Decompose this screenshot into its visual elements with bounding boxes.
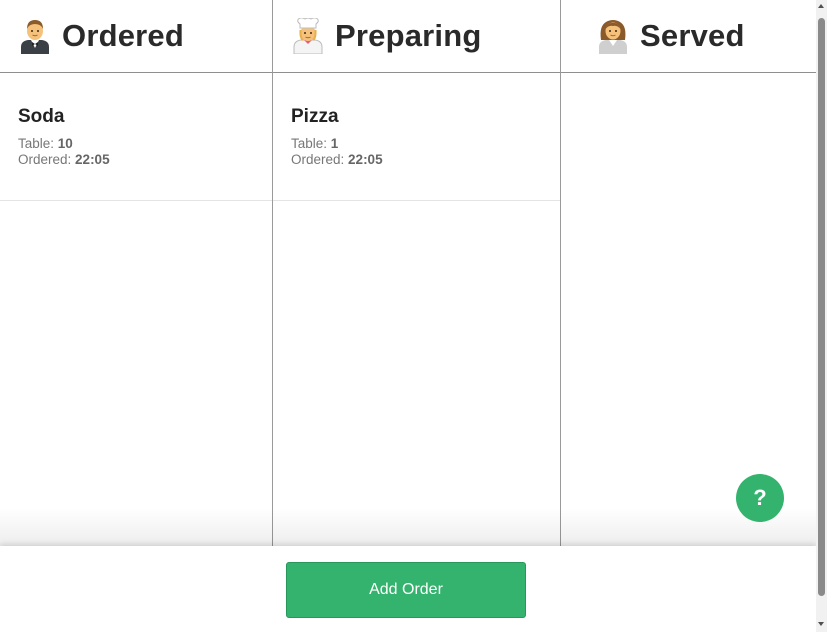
column-title-ordered: Ordered [62,18,184,53]
ordered-time: 22:05 [75,152,110,167]
order-table-line: Table: 10 [18,136,254,152]
ordered-time: 22:05 [348,152,383,167]
add-order-button[interactable]: Add Order [286,562,526,618]
help-button[interactable]: ? [736,474,784,522]
column-header-served: Served [561,0,816,73]
table-label: Table: [291,136,328,151]
ordered-label: Ordered: [18,152,72,167]
order-card[interactable]: Soda Table: 10 Ordered: 22:05 [0,73,272,201]
waiter-emoji-icon [21,20,49,54]
column-ordered: Ordered Soda Table: 10 Ordered: 22:05 [0,0,273,546]
cook-emoji-icon [293,18,323,54]
order-board: Ordered Soda Table: 10 Ordered: 22:05 Pr… [0,0,816,546]
table-label: Table: [18,136,55,151]
footer-bar: Add Order [0,546,816,632]
table-number: 1 [330,136,339,151]
column-preparing: Preparing Pizza Table: 1 Ordered: 22:05 [273,0,561,546]
column-title-served: Served [640,18,745,53]
scroll-up-arrow-icon[interactable] [818,4,824,8]
order-item-name: Pizza [291,106,339,127]
column-header-ordered: Ordered [0,0,272,73]
column-title-preparing: Preparing [335,18,482,53]
scroll-down-arrow-icon[interactable] [818,622,824,626]
order-item-name: Soda [18,106,65,127]
column-header-preparing: Preparing [273,0,560,73]
order-table-line: Table: 1 [291,136,542,152]
table-number: 10 [57,136,73,151]
customer-emoji-icon [599,20,627,54]
ordered-label: Ordered: [291,152,345,167]
column-served: Served [561,0,816,546]
order-time-line: Ordered: 22:05 [18,152,254,168]
vertical-scrollbar[interactable] [816,0,827,632]
order-card[interactable]: Pizza Table: 1 Ordered: 22:05 [273,73,560,201]
order-time-line: Ordered: 22:05 [291,152,542,168]
scrollbar-thumb[interactable] [818,18,825,596]
